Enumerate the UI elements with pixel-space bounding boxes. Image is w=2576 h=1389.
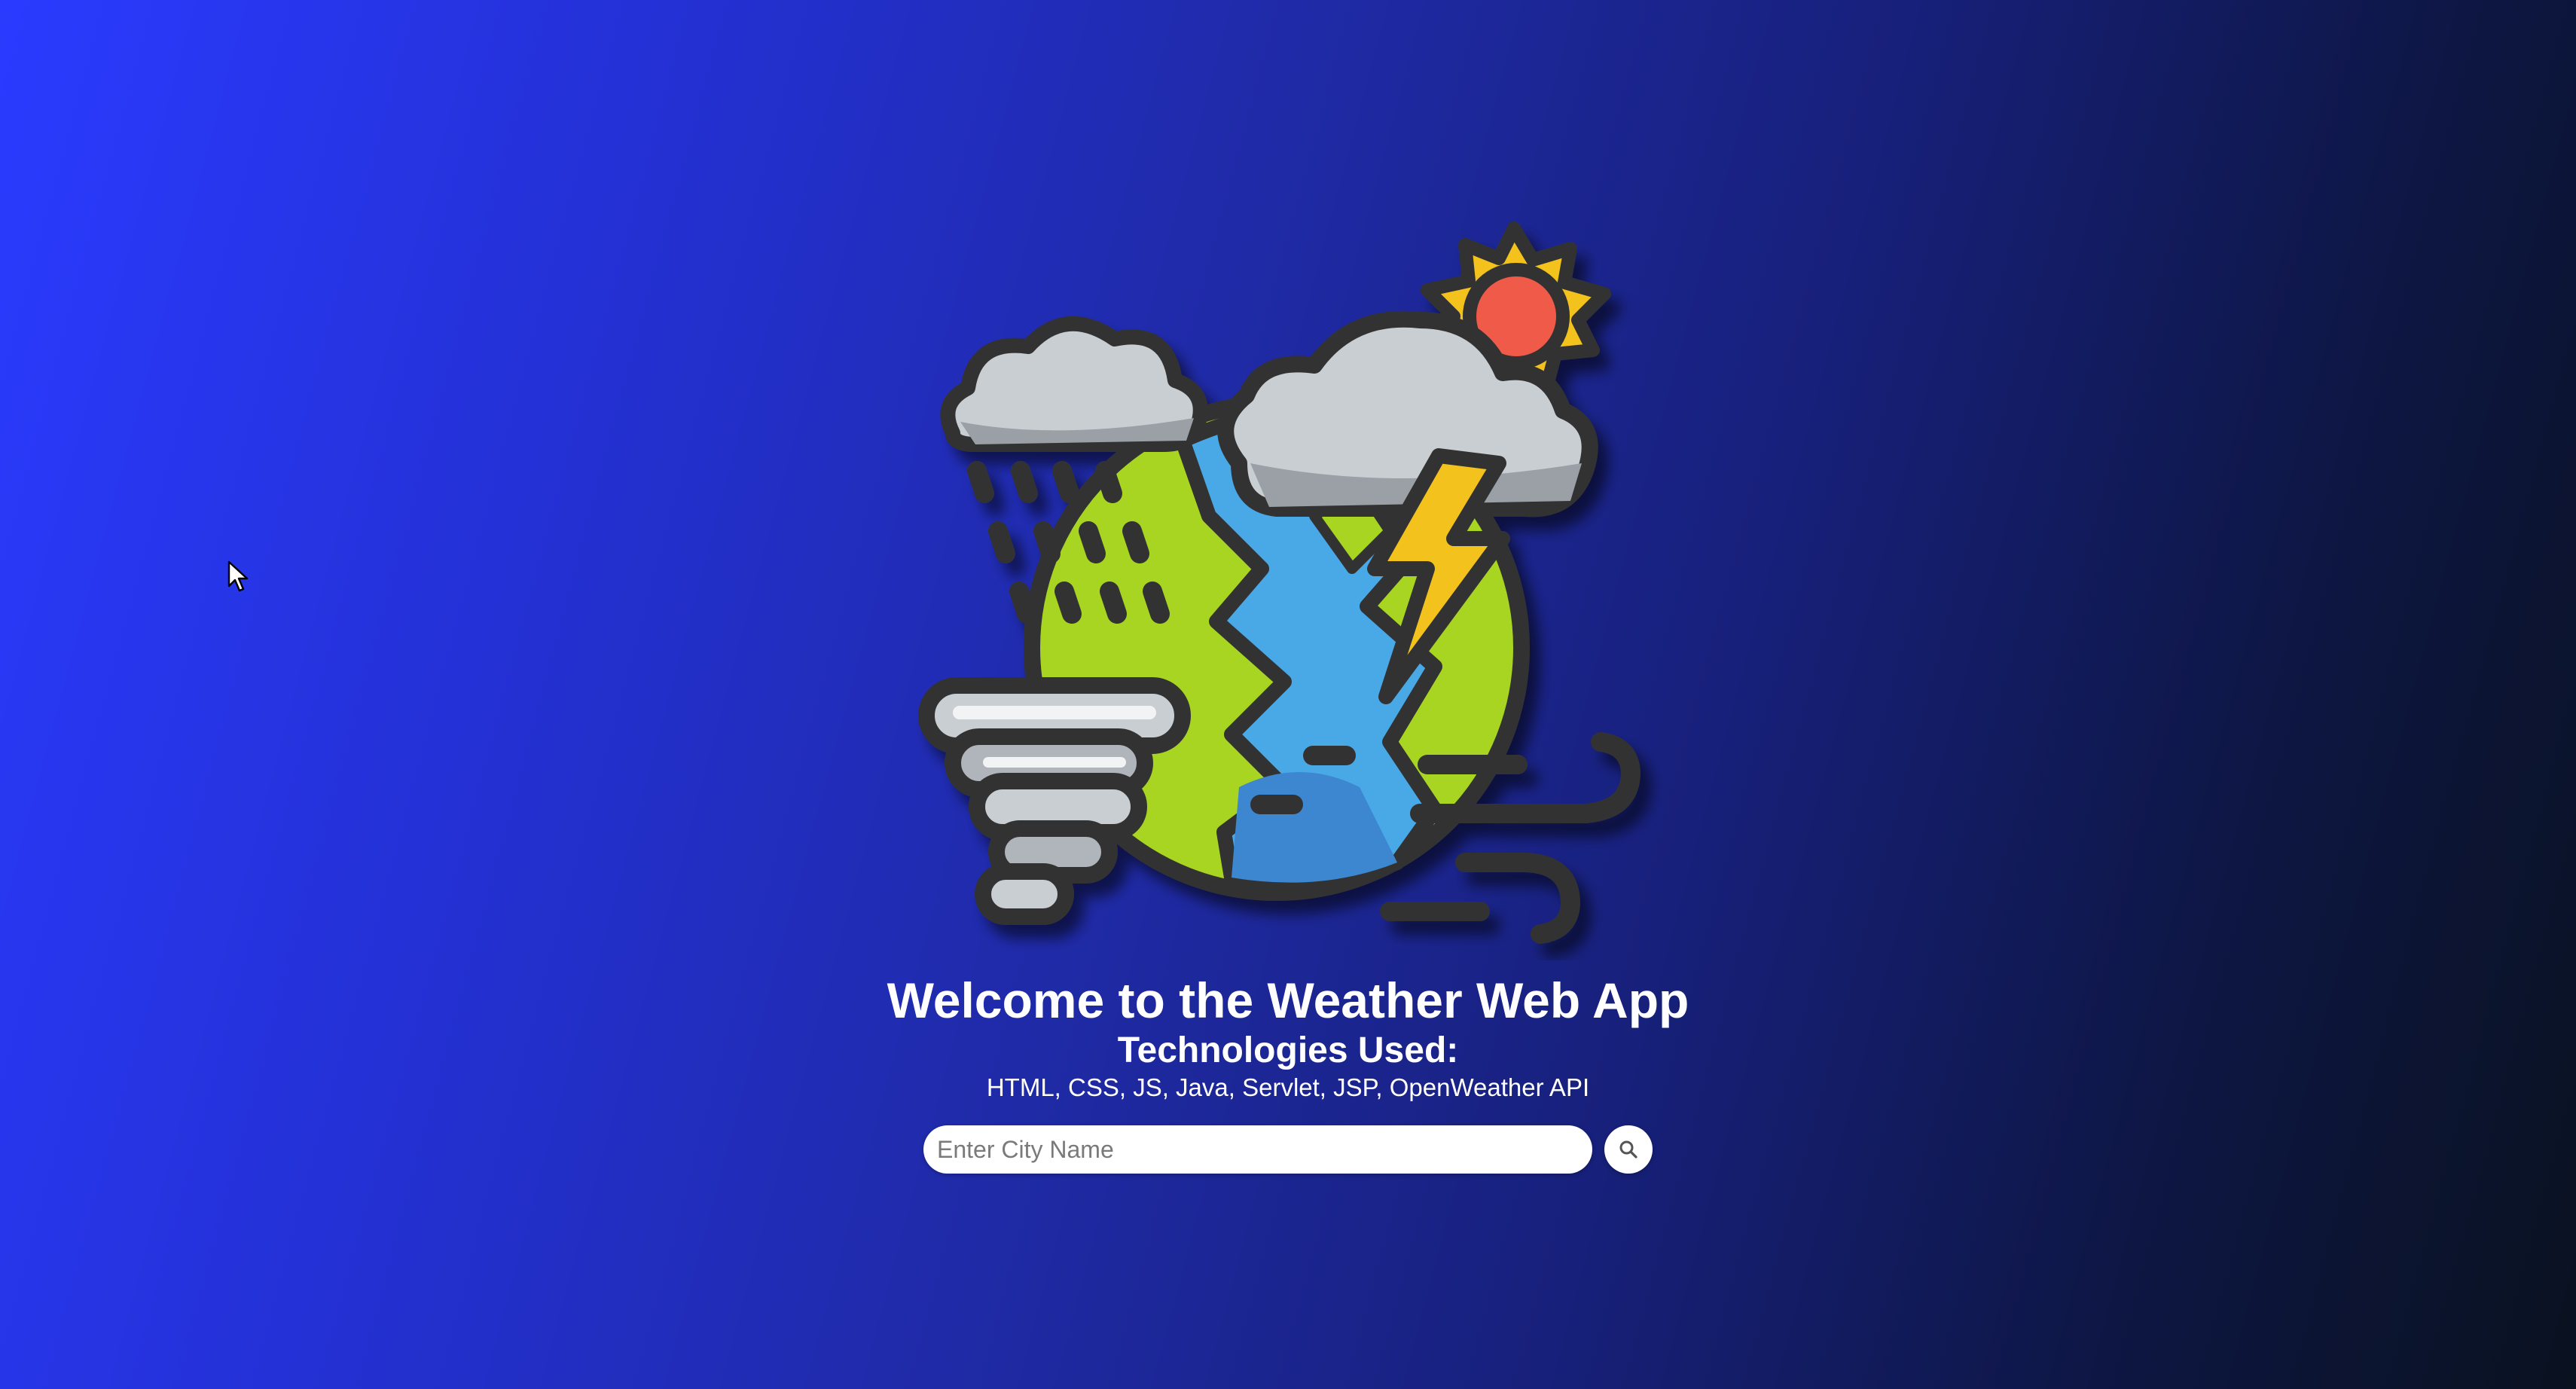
city-search-input[interactable] [923,1125,1592,1174]
tornado-icon [918,677,1191,925]
search-button[interactable] [1604,1125,1653,1174]
search-icon [1619,1140,1637,1159]
weather-globe-icon [918,221,1641,944]
cloud-icon [940,316,1208,452]
technologies-heading: Technologies Used: [1117,1030,1459,1070]
technologies-list: HTML, CSS, JS, Java, Servlet, JSP, OpenW… [986,1073,1590,1101]
mouse-cursor-icon [227,560,249,594]
page-title: Welcome to the Weather Web App [887,972,1689,1028]
